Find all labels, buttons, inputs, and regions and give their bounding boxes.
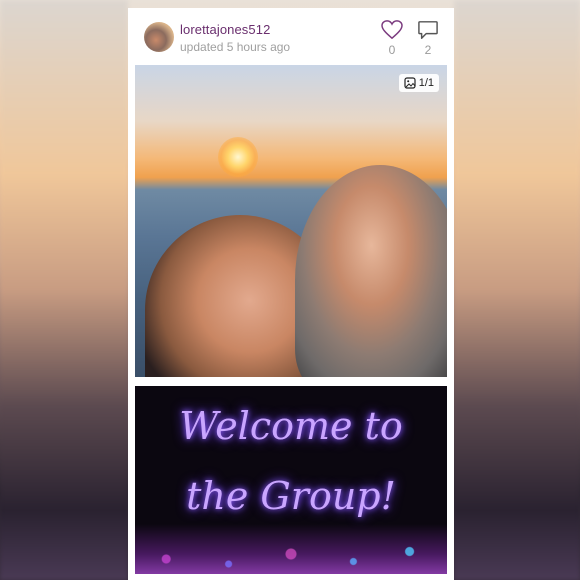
sunset-sun bbox=[218, 137, 258, 177]
image-counter-badge[interactable]: 1/1 bbox=[398, 74, 439, 92]
image-counter-text: 1/1 bbox=[418, 77, 434, 89]
post-photo-selfie[interactable]: 1/1 bbox=[135, 65, 447, 377]
post-header: lorettajones512 updated 5 hours ago 0 2 bbox=[128, 8, 454, 64]
username-link[interactable]: lorettajones512 bbox=[180, 22, 270, 37]
image-gallery-icon bbox=[404, 77, 416, 89]
comment-count: 2 bbox=[424, 43, 432, 57]
like-button[interactable]: 0 bbox=[380, 20, 404, 57]
welcome-text-line2: the Group! bbox=[186, 474, 396, 518]
avatar[interactable] bbox=[144, 22, 174, 52]
welcome-graphic[interactable]: Welcome to the Group! bbox=[135, 386, 447, 574]
background-blur-right bbox=[454, 0, 580, 580]
welcome-text-line1: Welcome to bbox=[179, 404, 403, 448]
comment-button[interactable]: 2 bbox=[416, 20, 440, 57]
post-timestamp: updated 5 hours ago bbox=[180, 40, 291, 54]
photo-person-right bbox=[295, 165, 447, 377]
post-card: lorettajones512 updated 5 hours ago 0 2 … bbox=[128, 8, 454, 580]
like-count: 0 bbox=[388, 43, 396, 57]
comment-bubble-icon bbox=[418, 21, 438, 39]
glitter-decoration bbox=[135, 524, 447, 574]
background-blur-left bbox=[0, 0, 128, 580]
heart-icon bbox=[381, 20, 403, 40]
